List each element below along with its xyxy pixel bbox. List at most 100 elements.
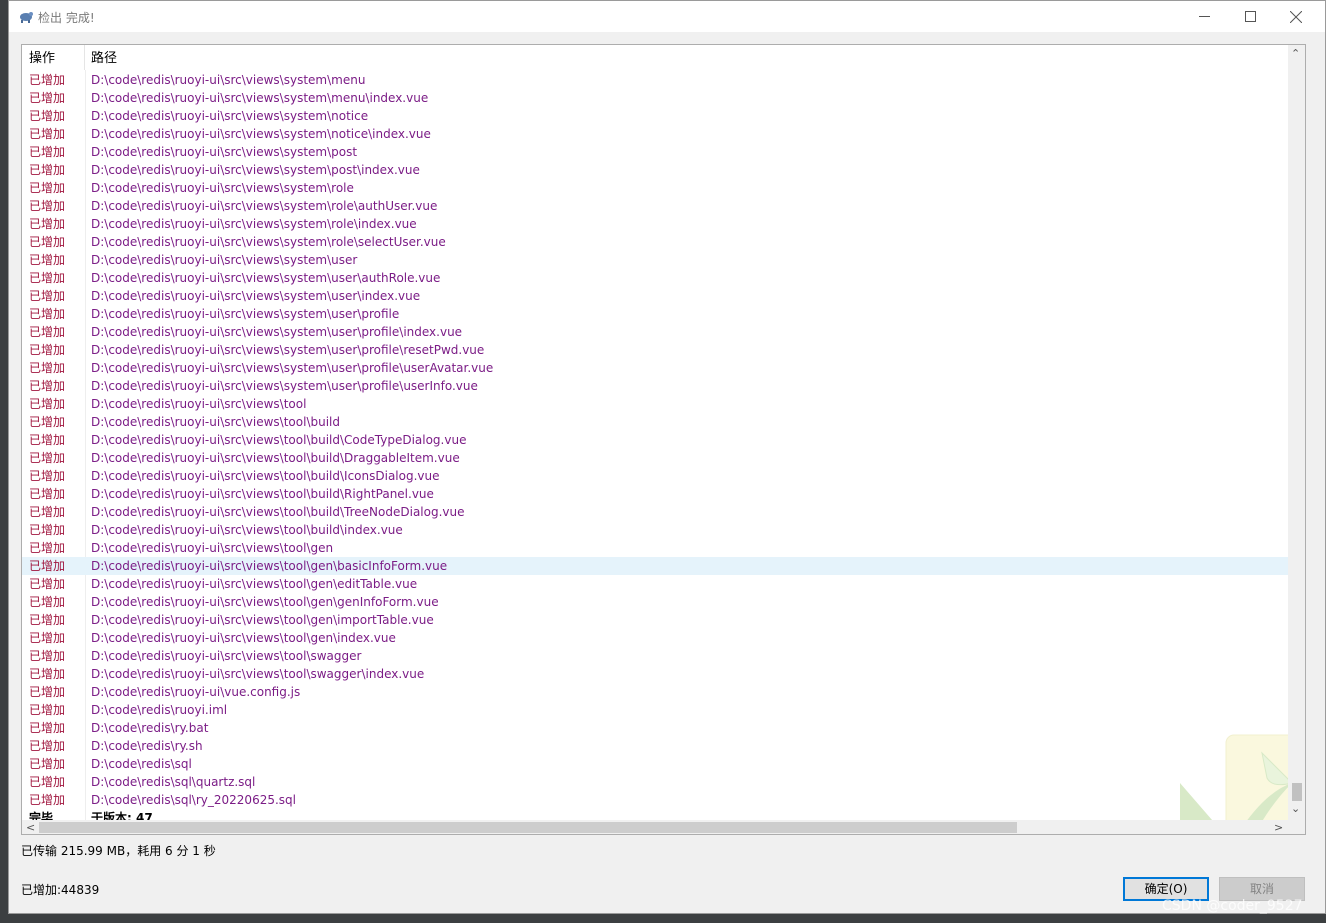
- scroll-left-arrow-icon[interactable]: <: [26, 820, 35, 834]
- list-item[interactable]: 已增加 D:\code\redis\ruoyi-ui\src\views\syst…: [22, 107, 1288, 125]
- list-item[interactable]: 已增加 D:\code\redis\ruoyi-ui\src\views\tool…: [22, 467, 1288, 485]
- list-item-path: D:\code\redis\ruoyi-ui\src\views\tool\ge…: [91, 541, 334, 555]
- list-item[interactable]: 已增加 D:\code\redis\ruoyi-ui\src\views\tool…: [22, 413, 1288, 431]
- vertical-scroll-thumb[interactable]: [1292, 783, 1302, 801]
- list-item-operation: 已增加: [29, 577, 66, 591]
- list-item-operation: 已增加: [29, 109, 66, 123]
- list-item[interactable]: 已增加 D:\code\redis\sql: [22, 755, 1288, 773]
- list-item-operation: 已增加: [29, 235, 66, 249]
- list-item-operation: 已增加: [29, 91, 66, 105]
- list-item-operation: 已增加: [29, 415, 66, 429]
- list-item[interactable]: 已增加 D:\code\redis\ruoyi-ui\src\views\syst…: [22, 125, 1288, 143]
- list-item[interactable]: 已增加 D:\code\redis\ruoyi.iml: [22, 701, 1288, 719]
- list-item-operation: 已增加: [29, 559, 66, 573]
- background-editor-strip: [0, 0, 8, 923]
- close-button[interactable]: [1273, 1, 1319, 32]
- list-item-operation: 已增加: [29, 73, 66, 87]
- list-item[interactable]: 已增加 D:\code\redis\ruoyi-ui\src\views\tool…: [22, 629, 1288, 647]
- list-item-operation: 已增加: [29, 145, 66, 159]
- horizontal-scrollbar[interactable]: < >: [22, 820, 1288, 834]
- maximize-button[interactable]: [1227, 1, 1273, 32]
- list-item[interactable]: 已增加 D:\code\redis\ruoyi-ui\src\views\syst…: [22, 287, 1288, 305]
- list-item[interactable]: 已增加 D:\code\redis\ruoyi-ui\src\views\syst…: [22, 161, 1288, 179]
- list-item[interactable]: 已增加 D:\code\redis\ruoyi-ui\src\views\syst…: [22, 359, 1288, 377]
- checkout-complete-dialog: 检出 完成! 操作 路径 已增加 D:\code\redis\ruoyi-ui\s…: [8, 0, 1326, 914]
- transfer-summary: 已传输 215.99 MB，耗用 6 分 1 秒: [21, 844, 216, 858]
- list-item[interactable]: 已增加 D:\code\redis\ruoyi-ui\src\views\tool…: [22, 431, 1288, 449]
- list-item[interactable]: 已增加 D:\code\redis\ruoyi-ui\src\views\tool…: [22, 647, 1288, 665]
- list-item[interactable]: 已增加 D:\code\redis\ruoyi-ui\src\views\syst…: [22, 89, 1288, 107]
- list-item[interactable]: 已增加 D:\code\redis\ruoyi-ui\src\views\tool…: [22, 575, 1288, 593]
- list-item-path: D:\code\redis\ruoyi-ui\src\views\system\…: [91, 253, 358, 267]
- list-item-operation: 已增加: [29, 397, 66, 411]
- list-item-path: D:\code\redis\ruoyi-ui\src\views\tool\bu…: [91, 469, 440, 483]
- list-item-path: D:\code\redis\ruoyi-ui\src\views\system\…: [91, 325, 463, 339]
- list-item-path: D:\code\redis\ruoyi-ui\src\views\system\…: [91, 91, 429, 105]
- minimize-button[interactable]: [1181, 1, 1227, 32]
- list-item[interactable]: 已增加 D:\code\redis\ruoyi-ui\src\views\tool…: [22, 521, 1288, 539]
- list-item-path: 于版本: 47: [91, 811, 153, 820]
- list-item[interactable]: 已增加 D:\code\redis\ruoyi-ui\src\views\syst…: [22, 305, 1288, 323]
- list-item[interactable]: 已增加 D:\code\redis\ruoyi-ui\src\views\tool: [22, 395, 1288, 413]
- scroll-right-arrow-icon[interactable]: >: [1274, 820, 1283, 834]
- added-count: 已增加:44839: [21, 883, 100, 897]
- list-item-operation: 已增加: [29, 649, 66, 663]
- list-item[interactable]: 已增加 D:\code\redis\ruoyi-ui\src\views\syst…: [22, 251, 1288, 269]
- list-item[interactable]: 已增加 D:\code\redis\ruoyi-ui\src\views\syst…: [22, 377, 1288, 395]
- column-header-path[interactable]: 路径: [85, 45, 1288, 70]
- list-item-operation: 已增加: [29, 271, 66, 285]
- list-item-path: D:\code\redis\ruoyi-ui\src\views\tool\ge…: [91, 631, 396, 645]
- list-item-path: D:\code\redis\ruoyi-ui\src\views\tool\bu…: [91, 415, 340, 429]
- list-item[interactable]: 已增加 D:\code\redis\sql\quartz.sql: [22, 773, 1288, 791]
- vertical-scrollbar[interactable]: ⌃ ⌄: [1288, 45, 1305, 820]
- maximize-icon: [1244, 11, 1256, 22]
- list-item-path: D:\code\redis\ry.bat: [91, 721, 209, 735]
- list-item[interactable]: 已增加 D:\code\redis\ruoyi-ui\src\views\tool…: [22, 449, 1288, 467]
- list-item[interactable]: 已增加 D:\code\redis\ruoyi-ui\src\views\syst…: [22, 233, 1288, 251]
- checkout-results-list[interactable]: 操作 路径 已增加 D:\code\redis\ruoyi-ui\src\view…: [21, 44, 1306, 835]
- list-item[interactable]: 已增加 D:\code\redis\ruoyi-ui\src\views\syst…: [22, 143, 1288, 161]
- list-item[interactable]: 已增加 D:\code\redis\ruoyi-ui\src\views\syst…: [22, 215, 1288, 233]
- list-item[interactable]: 已增加 D:\code\redis\ruoyi-ui\src\views\syst…: [22, 71, 1288, 89]
- list-item[interactable]: 已增加 D:\code\redis\ruoyi-ui\src\views\tool…: [22, 665, 1288, 683]
- list-item[interactable]: 已增加 D:\code\redis\ruoyi-ui\vue.config.js: [22, 683, 1288, 701]
- list-item[interactable]: 已增加 D:\code\redis\ruoyi-ui\src\views\syst…: [22, 341, 1288, 359]
- scroll-down-arrow-icon[interactable]: ⌄: [1291, 802, 1300, 815]
- list-item-operation: 已增加: [29, 307, 66, 321]
- list-item[interactable]: 已增加 D:\code\redis\ruoyi-ui\src\views\syst…: [22, 269, 1288, 287]
- list-item-path: D:\code\redis\ruoyi-ui\src\views\tool\ge…: [91, 559, 448, 573]
- column-header-operation[interactable]: 操作: [22, 45, 85, 70]
- list-item[interactable]: 已增加 D:\code\redis\ruoyi-ui\src\views\syst…: [22, 179, 1288, 197]
- list-item-operation: 已增加: [29, 685, 66, 699]
- list-item-path: D:\code\redis\ruoyi-ui\src\views\tool\bu…: [91, 523, 403, 537]
- list-item[interactable]: 已增加 D:\code\redis\ruoyi-ui\src\views\tool…: [22, 611, 1288, 629]
- list-item-operation: 已增加: [29, 703, 66, 717]
- list-item[interactable]: 已增加 D:\code\redis\ruoyi-ui\src\views\syst…: [22, 323, 1288, 341]
- title-bar: 检出 完成!: [9, 1, 1325, 32]
- list-item-operation: 已增加: [29, 379, 66, 393]
- list-item-operation: 已增加: [29, 469, 66, 483]
- list-item[interactable]: 已增加 D:\code\redis\ry.sh: [22, 737, 1288, 755]
- list-item[interactable]: 已增加 D:\code\redis\ruoyi-ui\src\views\tool…: [22, 485, 1288, 503]
- list-item-path: D:\code\redis\ruoyi-ui\src\views\system\…: [91, 181, 354, 195]
- list-item-operation: 已增加: [29, 289, 66, 303]
- scroll-up-arrow-icon[interactable]: ⌃: [1291, 47, 1300, 60]
- list-item[interactable]: 已增加 D:\code\redis\sql\ry_20220625.sql: [22, 791, 1288, 809]
- list-item-path: D:\code\redis\ruoyi.iml: [91, 703, 228, 717]
- list-item-operation: 已增加: [29, 757, 66, 771]
- list-item-path: D:\code\redis\ruoyi-ui\src\views\system\…: [91, 235, 446, 249]
- list-item[interactable]: 已增加 D:\code\redis\ruoyi-ui\src\views\tool…: [22, 593, 1288, 611]
- list-item-path: D:\code\redis\ruoyi-ui\src\views\tool\bu…: [91, 433, 467, 447]
- list-item[interactable]: 已增加 D:\code\redis\ruoyi-ui\src\views\tool…: [22, 557, 1288, 575]
- list-item[interactable]: 已增加 D:\code\redis\ry.bat: [22, 719, 1288, 737]
- list-item-operation: 已增加: [29, 325, 66, 339]
- list-item-operation: 已增加: [29, 613, 66, 627]
- list-item-operation: 已增加: [29, 667, 66, 681]
- list-item-path: D:\code\redis\sql\quartz.sql: [91, 775, 256, 789]
- list-item[interactable]: 已增加 D:\code\redis\ruoyi-ui\src\views\syst…: [22, 197, 1288, 215]
- list-item[interactable]: 完毕 于版本: 47: [22, 809, 1288, 820]
- list-header: 操作 路径: [22, 45, 1288, 70]
- list-item[interactable]: 已增加 D:\code\redis\ruoyi-ui\src\views\tool…: [22, 539, 1288, 557]
- horizontal-scroll-thumb[interactable]: [39, 822, 1017, 833]
- list-item[interactable]: 已增加 D:\code\redis\ruoyi-ui\src\views\tool…: [22, 503, 1288, 521]
